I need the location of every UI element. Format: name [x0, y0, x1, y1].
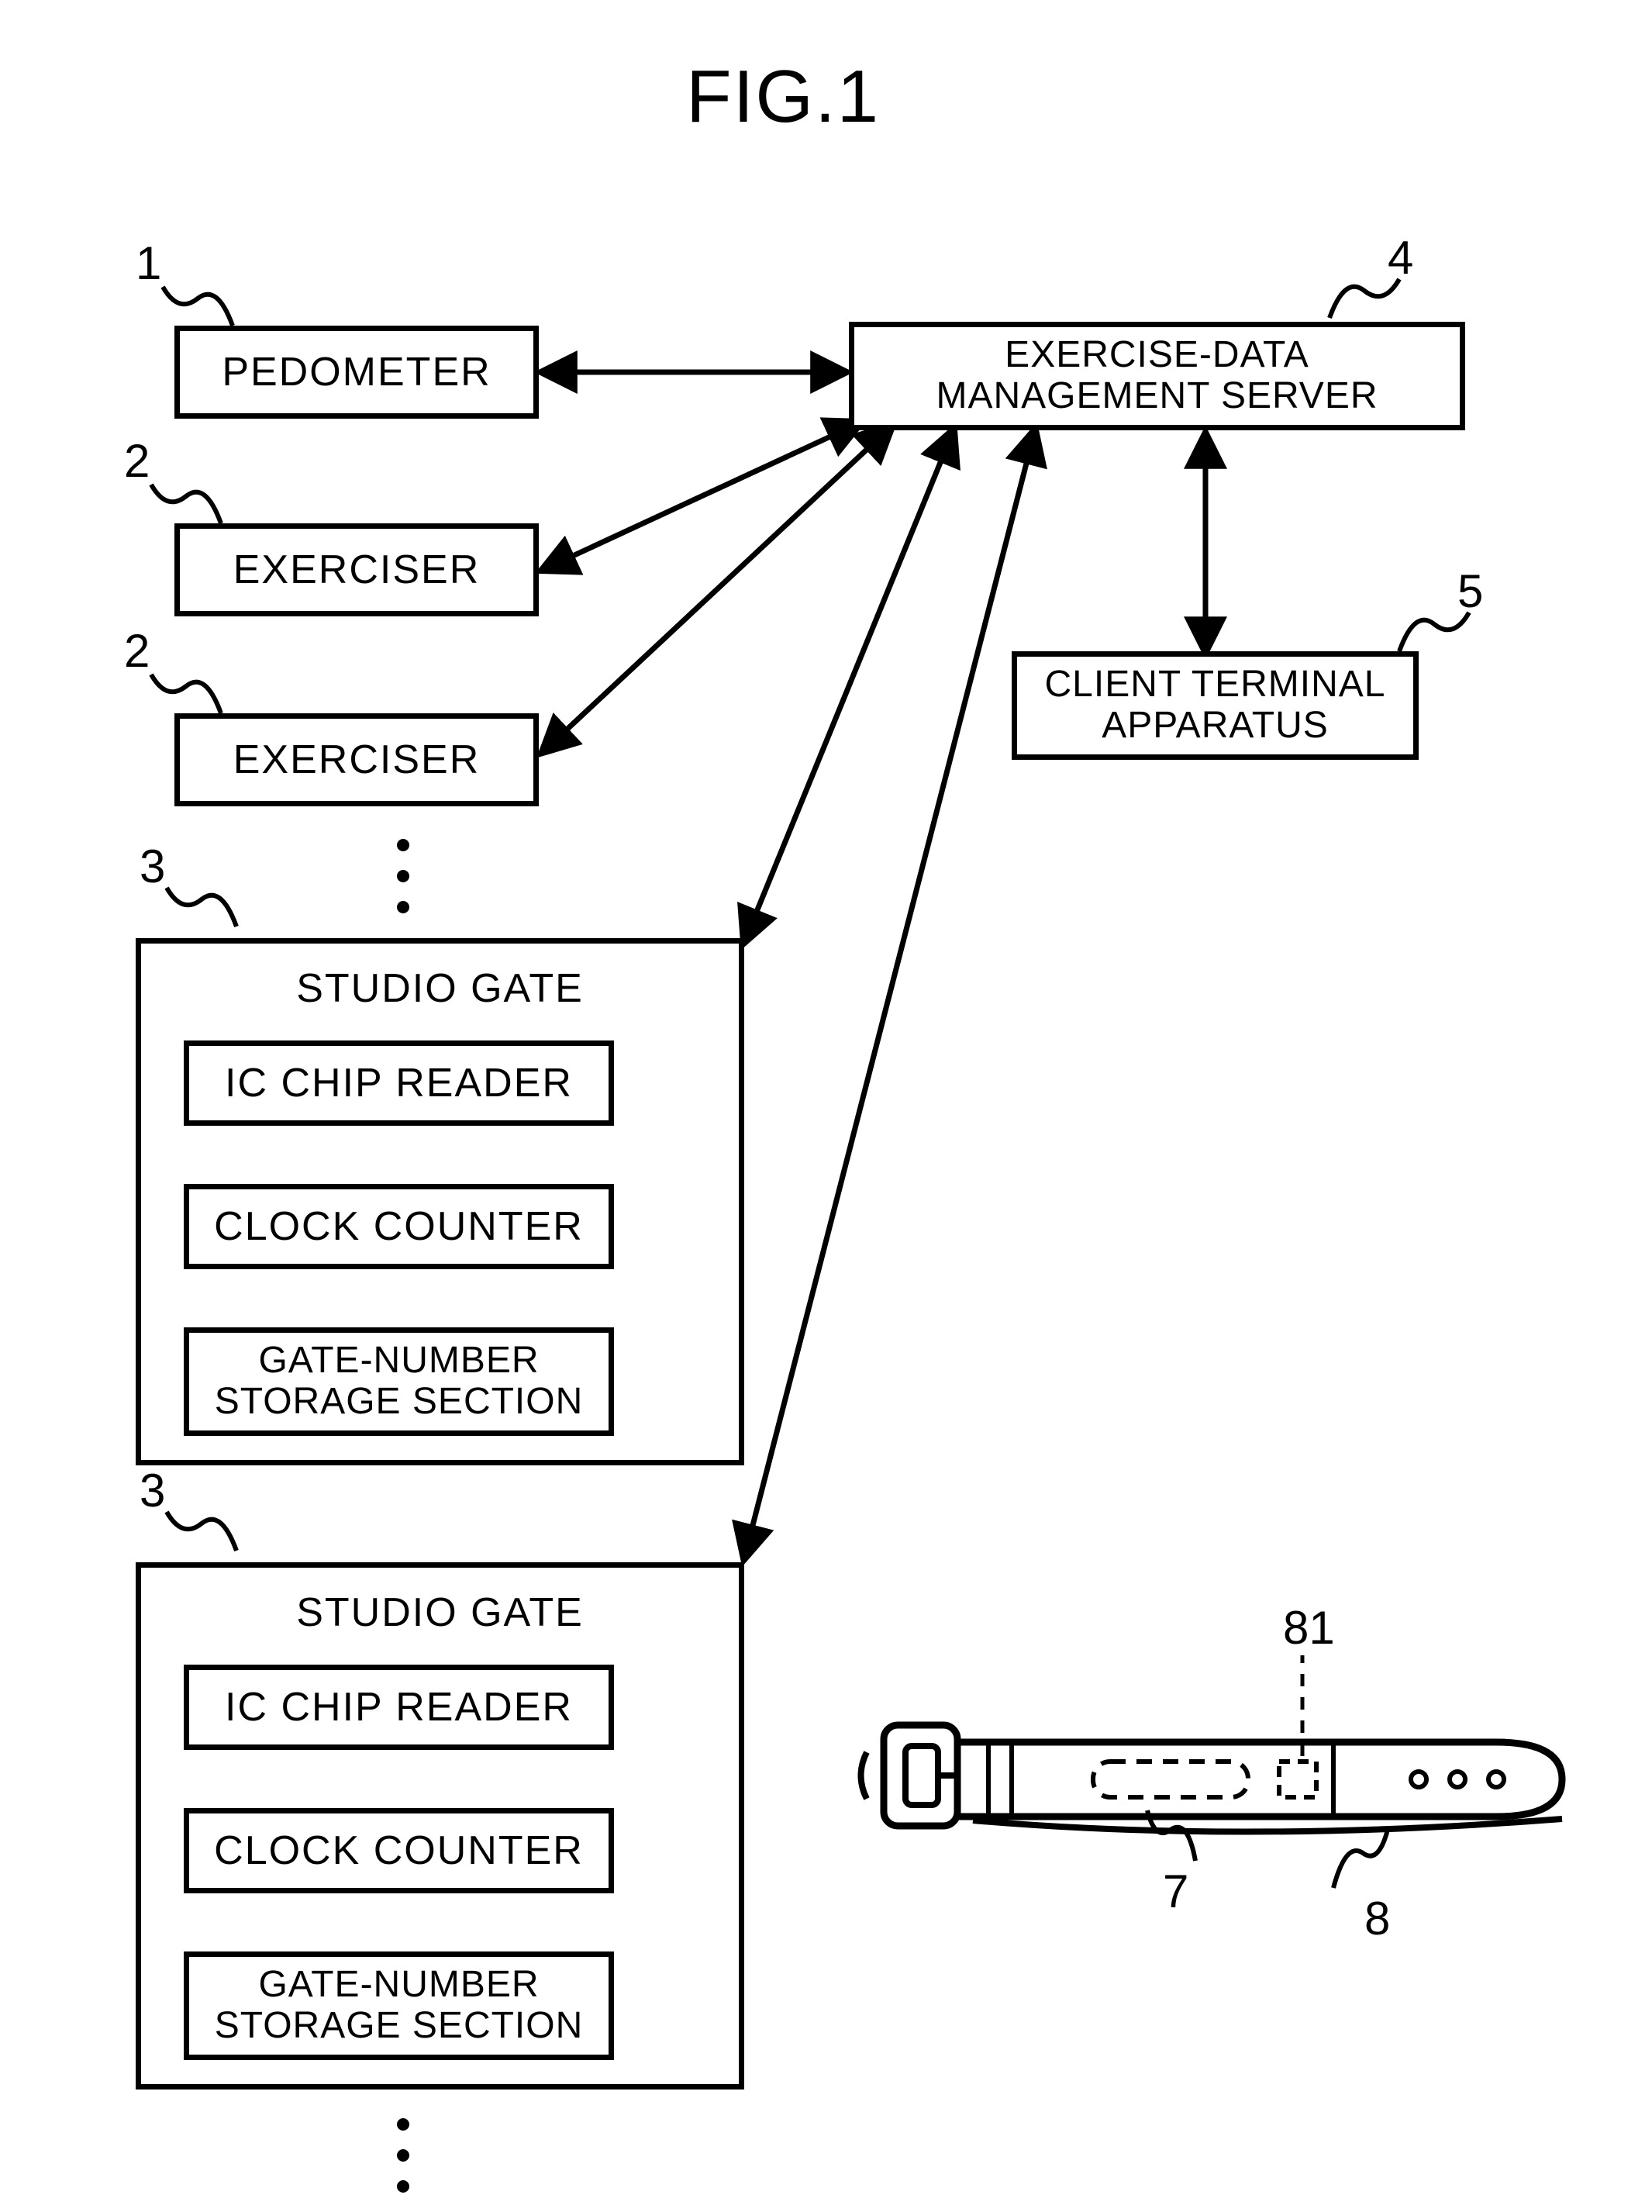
exerciser-block-2: EXERCISER — [174, 713, 539, 806]
ref-2b: 2 — [124, 624, 150, 678]
pedometer-label: PEDOMETER — [222, 349, 491, 395]
ref-3a: 3 — [140, 840, 165, 893]
ic-chip-reader-block-1: IC CHIP READER — [184, 1040, 614, 1126]
clock-counter-block-1: CLOCK COUNTER — [184, 1184, 614, 1269]
studio-gate-title-1: STUDIO GATE — [141, 965, 739, 1012]
ref-81: 81 — [1283, 1601, 1335, 1655]
ref-3b: 3 — [140, 1464, 165, 1517]
ic-chip-reader-label-2: IC CHIP READER — [225, 1684, 573, 1731]
pedometer-block: PEDOMETER — [174, 326, 539, 419]
studio-gate-block-1: STUDIO GATE IC CHIP READER CLOCK COUNTER… — [136, 938, 744, 1465]
gate-number-storage-block-1: GATE-NUMBER STORAGE SECTION — [184, 1327, 614, 1436]
exerciser-label-1: EXERCISER — [233, 547, 481, 593]
ref-4: 4 — [1388, 231, 1413, 285]
wristband-drawing — [861, 1725, 1563, 1832]
server-label: EXERCISE-DATA MANAGEMENT SERVER — [936, 335, 1378, 417]
ref-1: 1 — [136, 236, 161, 290]
exerciser-label-2: EXERCISER — [233, 737, 481, 783]
server-block: EXERCISE-DATA MANAGEMENT SERVER — [849, 322, 1465, 430]
studio-gate-block-2: STUDIO GATE IC CHIP READER CLOCK COUNTER… — [136, 1562, 744, 2089]
studio-gate-title-2: STUDIO GATE — [141, 1589, 739, 1636]
ref-7: 7 — [1163, 1865, 1188, 1918]
ref-8: 8 — [1364, 1892, 1390, 1945]
ref-5: 5 — [1457, 564, 1483, 618]
clock-counter-block-2: CLOCK COUNTER — [184, 1808, 614, 1893]
clock-counter-label-1: CLOCK COUNTER — [214, 1203, 584, 1250]
gate-number-storage-block-2: GATE-NUMBER STORAGE SECTION — [184, 1951, 614, 2060]
client-label: CLIENT TERMINAL APPARATUS — [1045, 664, 1386, 747]
exerciser-block-1: EXERCISER — [174, 523, 539, 616]
ref-2a: 2 — [124, 434, 150, 488]
gate-number-storage-label-2: GATE-NUMBER STORAGE SECTION — [215, 1965, 584, 2047]
clock-counter-label-2: CLOCK COUNTER — [214, 1827, 584, 1874]
ic-chip-reader-block-2: IC CHIP READER — [184, 1665, 614, 1750]
gate-number-storage-label-1: GATE-NUMBER STORAGE SECTION — [215, 1341, 584, 1423]
ic-chip-reader-label-1: IC CHIP READER — [225, 1060, 573, 1106]
client-block: CLIENT TERMINAL APPARATUS — [1012, 651, 1419, 760]
